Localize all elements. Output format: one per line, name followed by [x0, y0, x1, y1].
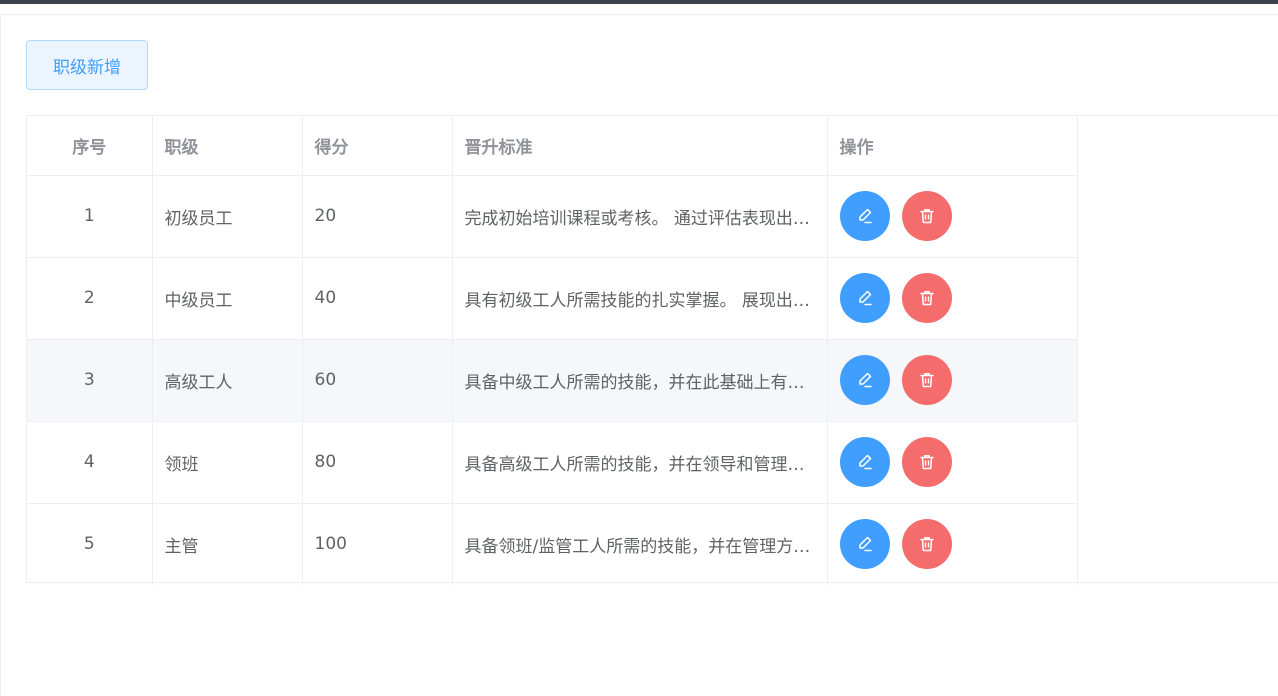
- table-row: 5 主管 100 具备领班/监管工人所需的技能，并在管理方面经验丰富。: [27, 503, 1078, 585]
- header-score: 得分: [302, 116, 453, 176]
- edit-icon: [858, 454, 872, 470]
- cell-level: 初级员工: [152, 175, 303, 258]
- trash-icon: [919, 291, 934, 306]
- cell-operations: [827, 257, 1078, 340]
- table-row: 3 高级工人 60 具备中级工人所需的技能，并在此基础上有所提升。: [27, 339, 1078, 422]
- cell-standard: 具有初级工人所需技能的扎实掌握。 展现出更高水平的专业能力。: [452, 257, 828, 340]
- delete-button[interactable]: [901, 191, 952, 241]
- header-operations: 操作: [827, 116, 1078, 176]
- cell-score: 20: [302, 175, 453, 258]
- cell-score: 100: [302, 503, 453, 585]
- cell-index: 1: [27, 175, 153, 258]
- trash-icon: [919, 373, 934, 388]
- table-header-row: 序号 职级 得分 晋升标准 操作: [27, 116, 1078, 176]
- table-row: 4 领班 80 具备高级工人所需的技能，并在领导和管理方面表现突出。: [27, 421, 1078, 504]
- add-level-button[interactable]: 职级新增: [26, 40, 148, 90]
- cell-standard: 具备中级工人所需的技能，并在此基础上有所提升。: [452, 339, 828, 422]
- delete-button[interactable]: [901, 355, 952, 405]
- edit-icon: [858, 208, 872, 224]
- cell-score: 60: [302, 339, 453, 422]
- header-index: 序号: [27, 116, 153, 176]
- cell-index: 5: [27, 503, 153, 585]
- cell-operations: [827, 421, 1078, 504]
- edit-button[interactable]: [839, 273, 890, 323]
- trash-icon: [919, 209, 934, 224]
- edit-button[interactable]: [839, 519, 890, 570]
- delete-button[interactable]: [901, 519, 952, 570]
- header-level: 职级: [152, 116, 303, 176]
- trash-icon: [919, 537, 934, 552]
- cell-level: 高级工人: [152, 339, 303, 422]
- cell-index: 2: [27, 257, 153, 340]
- cell-operations: [827, 339, 1078, 422]
- cell-level: 领班: [152, 421, 303, 504]
- edit-icon: [858, 290, 872, 306]
- edit-icon: [858, 537, 872, 552]
- cell-level: 主管: [152, 503, 303, 585]
- table-row: 2 中级员工 40 具有初级工人所需技能的扎实掌握。 展现出更高水平的专业能力。: [27, 257, 1078, 340]
- delete-button[interactable]: [901, 273, 952, 323]
- delete-button[interactable]: [901, 437, 952, 487]
- trash-icon: [919, 455, 934, 470]
- level-table: 序号 职级 得分 晋升标准 操作 1 初级员工 20 完成初始培训课程或考核。 …: [26, 115, 1278, 585]
- table-row: 1 初级员工 20 完成初始培训课程或考核。 通过评估表现出对基本技能的掌握。: [27, 175, 1078, 258]
- cell-level: 中级员工: [152, 257, 303, 340]
- cell-standard: 具备高级工人所需的技能，并在领导和管理方面表现突出。: [452, 421, 828, 504]
- edit-button[interactable]: [839, 191, 890, 241]
- cell-index: 4: [27, 421, 153, 504]
- cell-score: 40: [302, 257, 453, 340]
- cell-score: 80: [302, 421, 453, 504]
- edit-button[interactable]: [839, 355, 890, 405]
- edit-button[interactable]: [839, 437, 890, 487]
- cell-index: 3: [27, 339, 153, 422]
- header-standard: 晋升标准: [452, 116, 828, 176]
- cell-standard: 完成初始培训课程或考核。 通过评估表现出对基本技能的掌握。: [452, 175, 828, 258]
- cell-operations: [827, 175, 1078, 258]
- cell-operations: [827, 503, 1078, 585]
- edit-icon: [858, 372, 872, 388]
- cell-standard: 具备领班/监管工人所需的技能，并在管理方面经验丰富。: [452, 503, 828, 585]
- top-bar: [0, 0, 1278, 4]
